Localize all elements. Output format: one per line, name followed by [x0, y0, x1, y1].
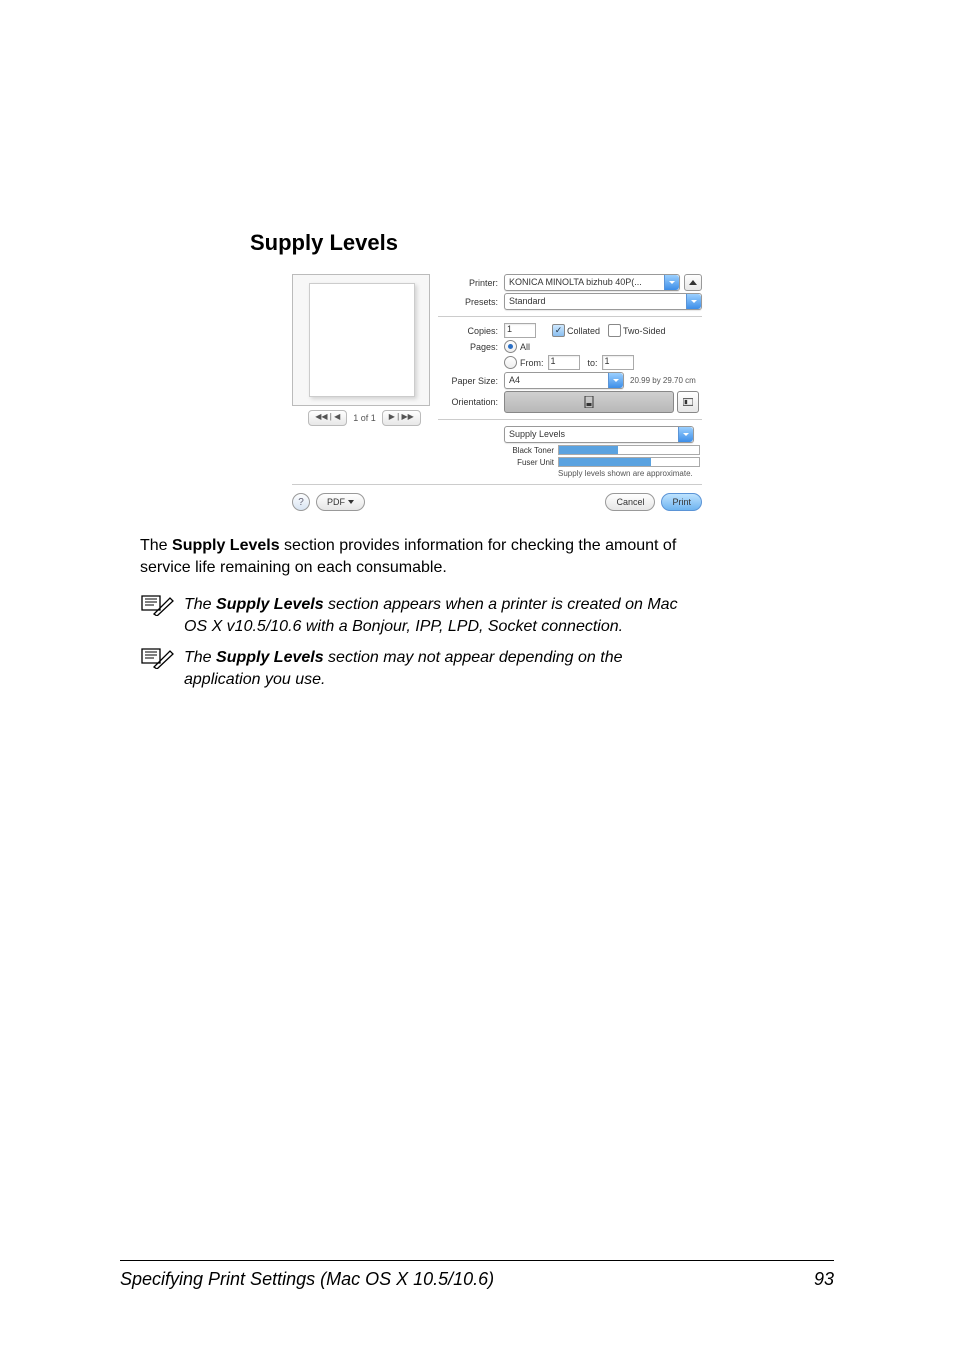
collated-label: Collated	[567, 326, 600, 336]
footer-page-number: 93	[814, 1269, 834, 1290]
next-last-button[interactable]: ▶ | ▶▶	[382, 410, 421, 426]
printer-label: Printer:	[438, 278, 498, 288]
pages-to-input[interactable]: 1	[602, 355, 634, 370]
footer-section: Specifying Print Settings (Mac OS X 10.5…	[120, 1269, 494, 1290]
pages-all-label: All	[520, 342, 530, 352]
papersize-label: Paper Size:	[438, 376, 498, 386]
print-button[interactable]: Print	[661, 493, 702, 511]
section-select[interactable]: Supply Levels	[504, 426, 694, 443]
papersize-select[interactable]: A4	[504, 372, 624, 389]
print-dialog: ◀◀ | ◀ 1 of 1 ▶ | ▶▶ Printer: KONICA MIN…	[292, 274, 702, 511]
orientation-portrait-button[interactable]	[504, 391, 674, 413]
note-1: The Supply Levels section appears when a…	[140, 594, 700, 637]
preview-page	[309, 283, 415, 397]
pages-label: Pages:	[438, 342, 498, 352]
supply-note: Supply levels shown are approximate.	[558, 469, 702, 478]
pdf-label: PDF	[327, 495, 345, 510]
page-title: Supply Levels	[250, 230, 834, 256]
triangle-up-icon	[689, 280, 697, 285]
presets-select[interactable]: Standard	[504, 293, 702, 310]
copies-label: Copies:	[438, 326, 498, 336]
printer-value: KONICA MINOLTA bizhub 40P(...	[509, 277, 642, 287]
black-toner-bar	[558, 445, 700, 455]
collapse-button[interactable]	[684, 274, 702, 291]
papersize-value: A4	[509, 375, 520, 385]
pages-to-label: to:	[588, 358, 598, 368]
help-button[interactable]: ?	[292, 493, 310, 511]
pages-all-radio[interactable]	[504, 340, 517, 353]
page-preview	[292, 274, 430, 406]
landscape-icon	[683, 396, 693, 408]
fuser-label: Fuser Unit	[504, 458, 554, 467]
presets-value: Standard	[509, 296, 546, 306]
intro-text: The Supply Levels section provides infor…	[140, 535, 700, 578]
copies-input[interactable]: 1	[504, 323, 536, 338]
pages-from-input[interactable]: 1	[548, 355, 580, 370]
first-prev-button[interactable]: ◀◀ | ◀	[308, 410, 347, 426]
twosided-label: Two-Sided	[623, 326, 666, 336]
twosided-checkbox[interactable]	[608, 324, 621, 337]
collated-checkbox[interactable]: ✓	[552, 324, 565, 337]
note-icon	[140, 594, 174, 637]
portrait-icon	[584, 396, 594, 408]
pages-range-radio[interactable]	[504, 356, 517, 369]
section-value: Supply Levels	[509, 429, 565, 439]
orientation-landscape-button[interactable]	[677, 391, 699, 413]
fuser-bar	[558, 457, 700, 467]
pages-from-label: From:	[520, 358, 544, 368]
chevron-down-icon	[348, 500, 354, 504]
note-icon	[140, 647, 174, 690]
pdf-menu-button[interactable]: PDF	[316, 493, 365, 511]
page-footer: Specifying Print Settings (Mac OS X 10.5…	[120, 1260, 834, 1290]
note-2: The Supply Levels section may not appear…	[140, 647, 700, 690]
preview-page-status: 1 of 1	[353, 413, 376, 423]
presets-label: Presets:	[438, 297, 498, 307]
printer-select[interactable]: KONICA MINOLTA bizhub 40P(...	[504, 274, 680, 291]
black-toner-label: Black Toner	[504, 446, 554, 455]
orientation-label: Orientation:	[438, 397, 498, 407]
cancel-button[interactable]: Cancel	[605, 493, 655, 511]
papersize-dimensions: 20.99 by 29.70 cm	[630, 376, 696, 385]
